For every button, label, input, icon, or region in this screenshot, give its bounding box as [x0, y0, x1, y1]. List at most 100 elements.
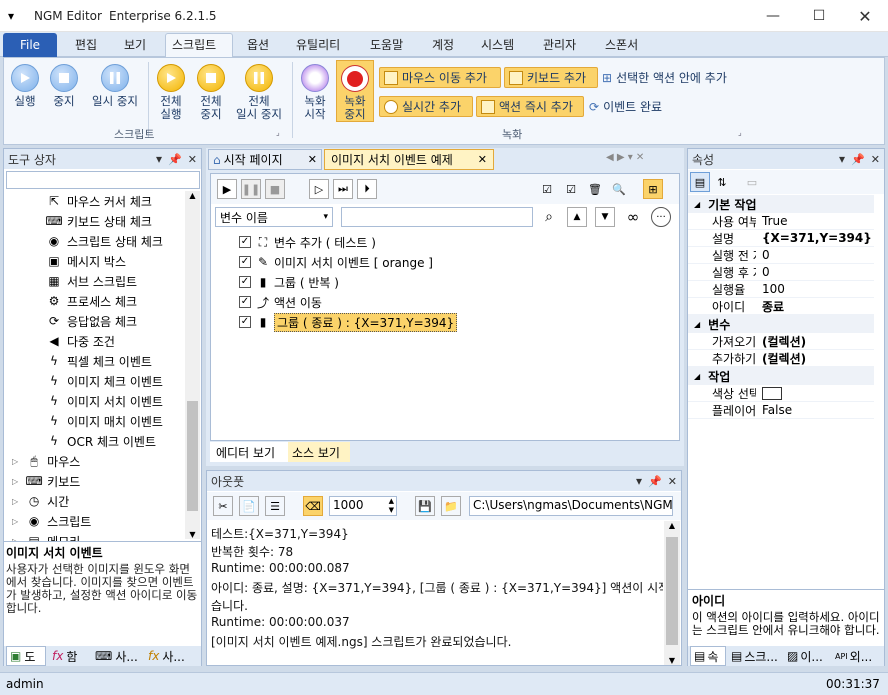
- tab-image-search-example[interactable]: 이미지 서치 이벤트 예제 ✕: [324, 149, 494, 170]
- toolbox-item[interactable]: ◉ 스크립트 상태 체크: [46, 231, 163, 251]
- property-value[interactable]: True: [756, 214, 788, 228]
- stop-button[interactable]: 중지: [49, 64, 79, 108]
- toolbox-search-input[interactable]: [6, 171, 200, 189]
- close-window-button[interactable]: ✕: [842, 0, 888, 32]
- dropdown-icon[interactable]: ▾: [636, 474, 642, 488]
- property-value[interactable]: (컬렉션): [756, 350, 806, 367]
- run-all-button[interactable]: 전체 실행: [153, 64, 189, 121]
- tab-user-1[interactable]: ⌨ 사...: [92, 646, 142, 666]
- add-action-now-button[interactable]: 액션 즉시 추가: [476, 96, 584, 117]
- pause-icon[interactable]: ❚❚: [241, 179, 261, 199]
- collapse-icon[interactable]: ◢: [694, 372, 700, 381]
- tab-external[interactable]: API 외...: [832, 646, 882, 666]
- action-tree-item[interactable]: ✓ ✎ 이미지 서치 이벤트 [ orange ]: [239, 252, 433, 272]
- close-tab-icon[interactable]: ✕: [308, 153, 317, 166]
- menu-script[interactable]: 스크립트: [172, 36, 216, 56]
- action-tree-item[interactable]: ✓ ▮ 그룹 ( 반복 ): [239, 272, 339, 292]
- more-icon[interactable]: ···: [651, 207, 671, 227]
- expand-icon[interactable]: ▷: [12, 517, 18, 526]
- property-category[interactable]: ◢ 변수: [688, 315, 874, 333]
- expand-icon[interactable]: ▷: [12, 497, 18, 506]
- toolbox-item[interactable]: ▦ 서브 스크립트: [46, 271, 137, 291]
- output-file-icon[interactable]: 📄: [239, 496, 259, 516]
- editor-search-input[interactable]: [341, 207, 533, 227]
- search-icon[interactable]: 🔍: [609, 179, 629, 199]
- menu-edit[interactable]: 편집: [75, 36, 97, 56]
- event-done-button[interactable]: ⟳ 이벤트 완료: [589, 96, 662, 117]
- pause-all-button[interactable]: 전체 일시 중지: [232, 64, 286, 121]
- play-icon[interactable]: ▶: [217, 179, 237, 199]
- property-value[interactable]: False: [756, 403, 792, 417]
- property-row[interactable]: 색상 선택: [688, 385, 874, 402]
- toolbox-item[interactable]: ⌨ 키보드 상태 체크: [45, 211, 152, 231]
- menu-help[interactable]: 도움말: [370, 36, 403, 56]
- tab-toolbox[interactable]: ▣ 도: [6, 646, 46, 666]
- toolbox-group[interactable]: ▷ 🖱 마우스: [12, 451, 80, 471]
- loop-icon[interactable]: ∞: [623, 207, 643, 227]
- pin-icon[interactable]: 📌: [648, 475, 662, 488]
- move-up-icon[interactable]: ▲: [567, 207, 587, 227]
- line-count-stepper[interactable]: 1000 ▲ ▼: [329, 496, 397, 516]
- toolbox-group[interactable]: ▷▤메모리: [12, 531, 80, 541]
- property-value[interactable]: 0: [756, 248, 770, 262]
- check-icon[interactable]: ☑: [561, 179, 581, 199]
- property-value[interactable]: 종료: [756, 298, 784, 315]
- output-path-field[interactable]: C:\Users\ngmas\Documents\NGM6\: [469, 496, 673, 516]
- group-launcher-icon[interactable]: ⌟: [738, 128, 742, 137]
- color-swatch[interactable]: [762, 386, 782, 400]
- menu-system[interactable]: 시스템: [481, 36, 514, 56]
- scroll-down-icon[interactable]: ▼: [185, 530, 200, 539]
- tab-functions[interactable]: fx 함: [49, 646, 89, 666]
- menu-options[interactable]: 옵션: [247, 36, 269, 56]
- menu-account[interactable]: 계정: [432, 36, 454, 56]
- property-value[interactable]: (컬렉션): [756, 333, 806, 350]
- scroll-thumb[interactable]: [187, 401, 198, 511]
- tab-script[interactable]: ▤ 스크...: [728, 646, 782, 666]
- eraser-icon[interactable]: ⌫: [303, 496, 323, 516]
- action-checkbox[interactable]: ✓: [239, 296, 251, 308]
- toolbox-item[interactable]: ⚙ 프로세스 체크: [46, 291, 137, 311]
- property-row[interactable]: 실행율 100: [688, 281, 874, 298]
- scroll-thumb[interactable]: [666, 537, 678, 645]
- property-value[interactable]: 100: [756, 282, 785, 296]
- step-next-icon[interactable]: ⏭: [333, 179, 353, 199]
- output-scrollbar[interactable]: ▲ ▼: [664, 521, 680, 665]
- action-tree-item[interactable]: ✓ ▮ 그룹 ( 종료 ) : {X=371,Y=394}: [239, 312, 458, 332]
- toolbox-item[interactable]: ϟ 이미지 매치 이벤트: [46, 411, 163, 431]
- tab-nav-icons[interactable]: ◀ ▶ ▾ ✕: [606, 152, 644, 163]
- close-icon[interactable]: ✕: [871, 153, 880, 166]
- property-value[interactable]: {X=371,Y=394}: [756, 231, 872, 245]
- pause-button[interactable]: 일시 중지: [88, 64, 142, 108]
- add-keyboard-button[interactable]: 키보드 추가: [504, 67, 598, 88]
- property-row[interactable]: 추가하기 (컬렉션): [688, 350, 874, 367]
- group-launcher-icon[interactable]: ⌟: [276, 128, 280, 137]
- property-row[interactable]: 설명 {X=371,Y=394}: [688, 230, 874, 247]
- record-stop-button[interactable]: 녹화 중지: [336, 60, 374, 122]
- add-realtime-button[interactable]: 실시간 추가: [379, 96, 473, 117]
- add-in-selected-button[interactable]: ⊞ 선택한 액션 안에 추가: [602, 67, 727, 88]
- categorized-icon[interactable]: ▤: [690, 172, 710, 192]
- property-pages-icon[interactable]: ▭: [742, 172, 762, 192]
- toolbox-item[interactable]: ⇱ 마우스 커서 체크: [46, 191, 152, 211]
- action-checkbox[interactable]: ✓: [239, 316, 251, 328]
- scroll-down-icon[interactable]: ▼: [664, 656, 680, 665]
- stepper-arrows-icon[interactable]: ▲ ▼: [389, 497, 394, 515]
- property-row[interactable]: 실행 후 지0: [688, 264, 874, 281]
- menu-utility[interactable]: 유틸리티: [296, 36, 340, 56]
- toolbox-group[interactable]: ▷ ⌨ 키보드: [12, 471, 80, 491]
- tab-editor-view[interactable]: 에디터 보기: [210, 442, 288, 462]
- toolbox-item[interactable]: ▣ 메시지 박스: [46, 251, 126, 271]
- action-tree-item[interactable]: ✓ ⤴ 액션 이동: [239, 292, 322, 312]
- expand-icon[interactable]: ▷: [12, 457, 18, 466]
- minimize-button[interactable]: —: [750, 0, 796, 32]
- pin-icon[interactable]: 📌: [851, 153, 865, 166]
- toolbox-scrollbar[interactable]: ▲ ▼: [185, 191, 200, 539]
- action-checkbox[interactable]: ✓: [239, 236, 251, 248]
- property-row[interactable]: 가져오기 (컬렉션): [688, 333, 874, 350]
- step-play-icon[interactable]: ▷: [309, 179, 329, 199]
- property-value[interactable]: 0: [756, 265, 770, 279]
- maximize-button[interactable]: ☐: [796, 0, 842, 32]
- menu-view[interactable]: 보기: [124, 36, 146, 56]
- delete-icon[interactable]: 🗑: [585, 179, 605, 199]
- toolbox-item[interactable]: ϟ 이미지 서치 이벤트: [46, 391, 163, 411]
